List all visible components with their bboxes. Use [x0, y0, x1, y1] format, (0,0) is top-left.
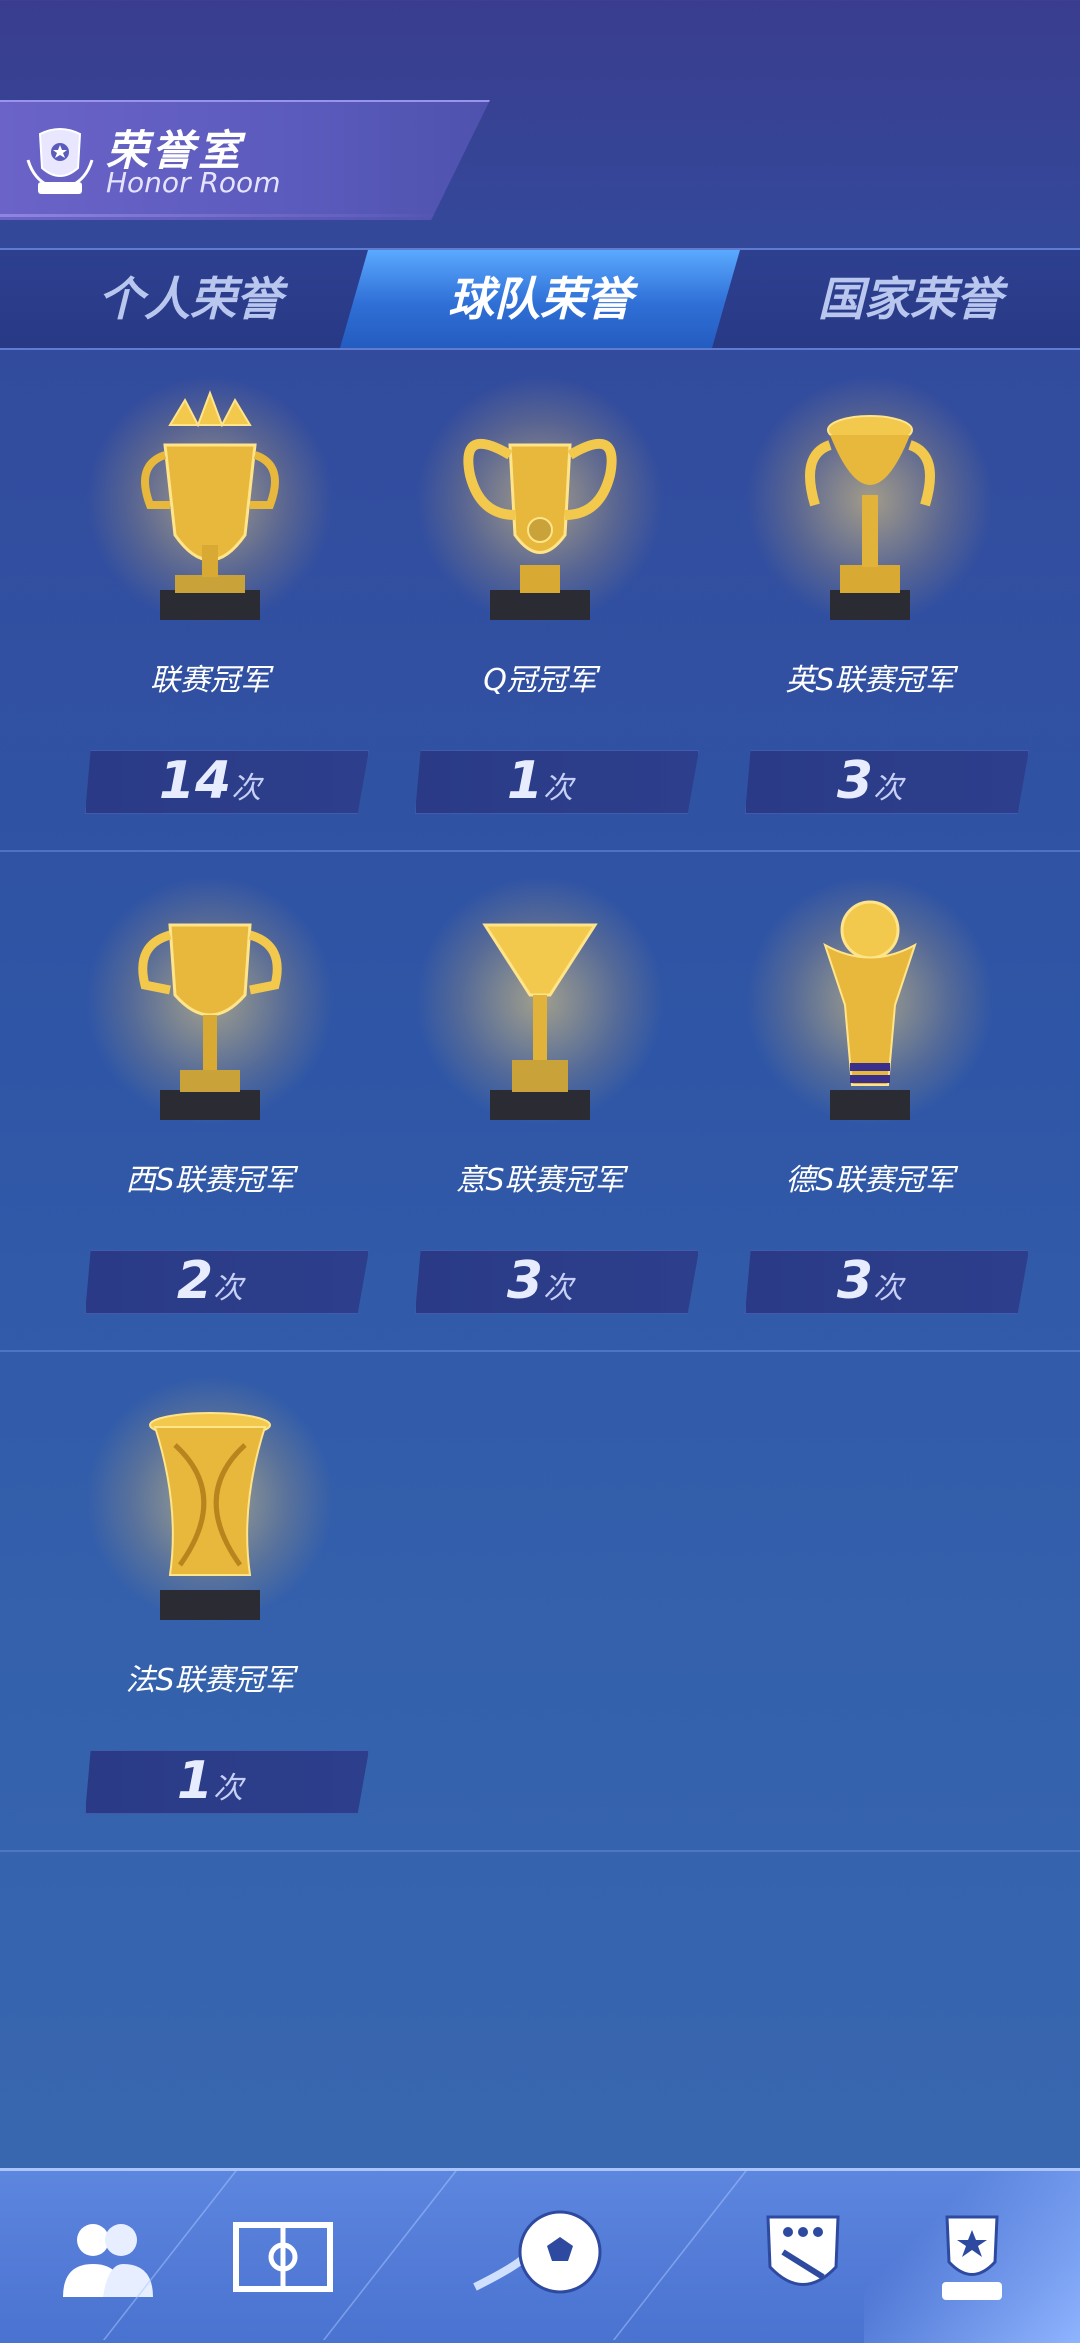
- count-unit: 次: [873, 1271, 904, 1306]
- count-unit: 次: [873, 771, 904, 806]
- count-unit: 次: [213, 1771, 244, 1806]
- count-number: 1: [506, 751, 544, 811]
- trophy-count: 1次: [45, 1750, 375, 1812]
- trophy-count: 2次: [45, 1250, 375, 1312]
- count-unit: 次: [543, 771, 574, 806]
- football-icon: [473, 2210, 602, 2294]
- trophy-count: 1次: [375, 750, 705, 812]
- trophy-name: 西S联赛冠军: [125, 1163, 295, 1198]
- header-underline: [0, 214, 440, 217]
- tab-bar: 个人荣誉 球队荣誉 国家荣誉: [0, 248, 1080, 350]
- row-divider: [0, 850, 1080, 852]
- faceted-cup-trophy-icon: [138, 923, 282, 1120]
- twisted-cup-trophy-icon: [149, 1412, 271, 1620]
- nav-match[interactable]: [432, 2171, 648, 2343]
- trophy-logo-icon: [26, 128, 94, 194]
- crown-cup-trophy-icon: [141, 390, 279, 620]
- count-unit: 次: [213, 1271, 244, 1306]
- tab-national-honor[interactable]: 国家荣誉: [760, 250, 1060, 348]
- trophy-card-german-league[interactable]: 德S联赛冠军 3次: [705, 855, 1035, 1350]
- count-number: 3: [836, 1251, 874, 1311]
- trophy-card-q-cup[interactable]: Q冠冠军 1次: [375, 355, 705, 850]
- trophy-name: 意S联赛冠军: [455, 1163, 625, 1198]
- trophy-name: 英S联赛冠军: [785, 663, 955, 698]
- club-badge-icon: [766, 2215, 840, 2286]
- team-players-icon: [63, 2224, 153, 2297]
- page-subtitle: Honor Room: [106, 166, 281, 199]
- nav-formation[interactable]: [175, 2171, 391, 2343]
- trophy-card-italian-league[interactable]: 意S联赛冠军 3次: [375, 855, 705, 1350]
- tab-personal-honor[interactable]: 个人荣誉: [40, 250, 340, 348]
- trophy-name: 联赛冠军: [150, 663, 270, 698]
- row-divider: [0, 1850, 1080, 1852]
- trophy-name: 德S联赛冠军: [785, 1163, 955, 1198]
- bottom-nav: [0, 2168, 1080, 2343]
- trophy-count: 3次: [705, 1250, 1035, 1312]
- trophy-icon: [942, 2215, 1002, 2300]
- count-number: 1: [176, 1751, 214, 1811]
- winged-cup-trophy-icon: [805, 415, 935, 620]
- pitch-icon: [233, 2222, 333, 2292]
- count-unit: 次: [231, 771, 262, 806]
- trophy-count: 3次: [705, 750, 1035, 812]
- trophy-name: Q冠冠军: [483, 663, 597, 698]
- ball-top-trophy-icon: [823, 900, 917, 1120]
- trophy-card-english-league[interactable]: 英S联赛冠军 3次: [705, 355, 1035, 850]
- row-divider: [0, 1350, 1080, 1352]
- trophy-card-league[interactable]: 联赛冠军 14次: [45, 355, 375, 850]
- trophy-count: 14次: [45, 750, 375, 812]
- count-unit: 次: [543, 1271, 574, 1306]
- tab-team-honor[interactable]: 球队荣誉: [340, 250, 740, 348]
- count-number: 14: [158, 751, 232, 811]
- big-eared-cup-trophy-icon: [463, 438, 617, 620]
- count-number: 3: [506, 1251, 544, 1311]
- nav-honor-room[interactable]: [864, 2171, 1080, 2343]
- trophy-name: 法S联赛冠军: [125, 1663, 295, 1698]
- trophy-card-french-league[interactable]: 法S联赛冠军 1次: [45, 1355, 375, 1850]
- count-number: 2: [176, 1251, 214, 1311]
- trophy-count: 3次: [375, 1250, 705, 1312]
- trophy-card-spanish-league[interactable]: 西S联赛冠军 2次: [45, 855, 375, 1350]
- count-number: 3: [836, 751, 874, 811]
- funnel-cup-trophy-icon: [482, 923, 598, 1120]
